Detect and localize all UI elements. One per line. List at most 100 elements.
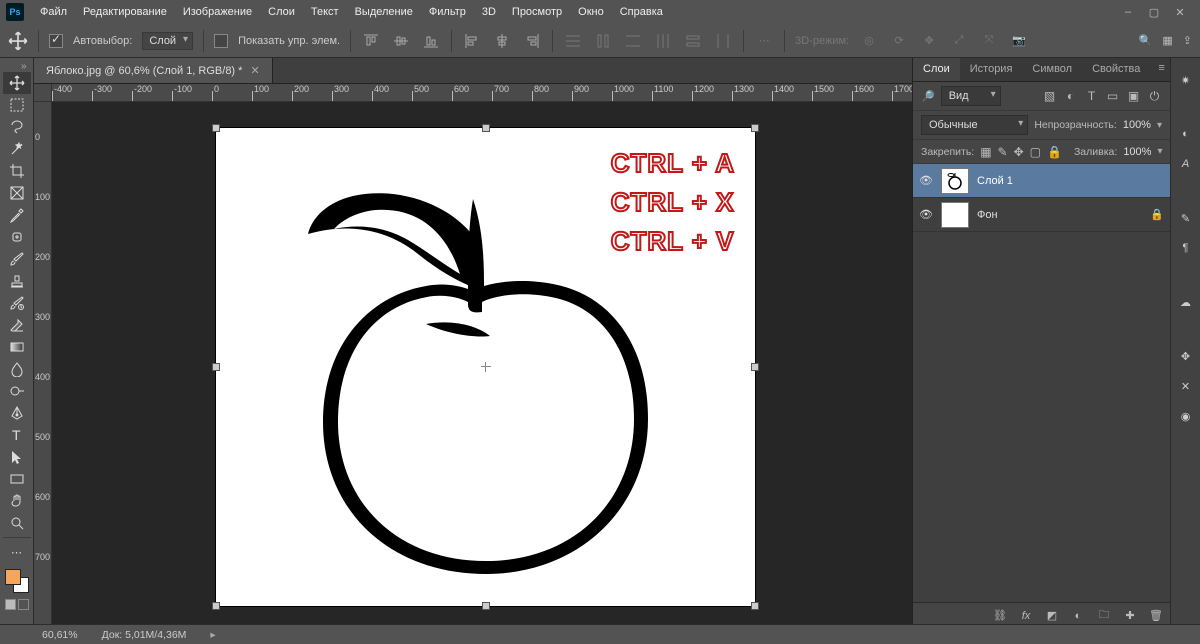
layer-name[interactable]: Фон bbox=[977, 209, 998, 221]
canvas-viewport[interactable]: CTRL + A CTRL + X CTRL + V bbox=[52, 102, 912, 628]
path-select-tool[interactable] bbox=[3, 446, 31, 468]
layer-filter-search-icon[interactable]: 🔎 bbox=[921, 90, 935, 103]
minimize-icon[interactable]: – bbox=[1120, 6, 1136, 19]
filter-smart-icon[interactable]: ▣ bbox=[1126, 89, 1141, 104]
close-icon[interactable]: ✕ bbox=[1172, 6, 1188, 19]
layer-row[interactable]: 👁 Слой 1 bbox=[913, 164, 1170, 198]
magic-wand-tool[interactable] bbox=[3, 138, 31, 160]
filter-adjust-icon[interactable]: ◐ bbox=[1063, 89, 1078, 104]
menu-view[interactable]: Просмотр bbox=[504, 2, 570, 22]
menu-edit[interactable]: Редактирование bbox=[75, 2, 175, 22]
align-vcenter-icon[interactable] bbox=[391, 31, 411, 51]
dodge-tool[interactable] bbox=[3, 380, 31, 402]
new-layer-icon[interactable]: ✚ bbox=[1122, 609, 1138, 622]
healing-brush-tool[interactable] bbox=[3, 226, 31, 248]
color-panel-icon[interactable]: ✷ bbox=[1176, 70, 1196, 90]
lock-position-icon[interactable]: ✥ bbox=[1014, 144, 1024, 159]
tab-layers[interactable]: Слои bbox=[913, 58, 960, 81]
crop-tool[interactable] bbox=[3, 160, 31, 182]
canvas[interactable]: CTRL + A CTRL + X CTRL + V bbox=[216, 128, 755, 606]
menu-help[interactable]: Справка bbox=[612, 2, 671, 22]
distribute-right-icon[interactable] bbox=[713, 31, 733, 51]
fill-chevron-icon[interactable]: ▾ bbox=[1157, 146, 1162, 157]
3d-scale-icon[interactable]: ⤧ bbox=[979, 31, 999, 51]
maximize-icon[interactable]: ▢ bbox=[1146, 6, 1162, 19]
fill-value[interactable]: 100% bbox=[1123, 146, 1151, 158]
align-right-icon[interactable] bbox=[522, 31, 542, 51]
move-tool[interactable] bbox=[3, 72, 31, 94]
3d-slide-icon[interactable]: ⤢ bbox=[949, 31, 969, 51]
zoom-level[interactable]: 60,61% bbox=[42, 629, 78, 641]
layer-name[interactable]: Слой 1 bbox=[977, 175, 1013, 187]
paragraph-panel-icon[interactable]: ¶ bbox=[1176, 238, 1196, 258]
ruler-origin[interactable] bbox=[34, 84, 52, 102]
brush-tool[interactable] bbox=[3, 248, 31, 270]
type-tool[interactable]: T bbox=[3, 424, 31, 446]
blur-tool[interactable] bbox=[3, 358, 31, 380]
3d-orbit-icon[interactable]: ◎ bbox=[859, 31, 879, 51]
auto-select-scope-dropdown[interactable]: Слой bbox=[142, 32, 193, 50]
lock-paint-icon[interactable]: ✎ bbox=[998, 144, 1008, 159]
menu-image[interactable]: Изображение bbox=[175, 2, 260, 22]
search-icon[interactable]: 🔍 bbox=[1139, 34, 1153, 47]
align-left-icon[interactable] bbox=[462, 31, 482, 51]
frame-tool[interactable] bbox=[3, 182, 31, 204]
layer-thumbnail[interactable] bbox=[941, 168, 969, 194]
styles-panel-icon[interactable]: A bbox=[1176, 154, 1196, 174]
marquee-tool[interactable] bbox=[3, 94, 31, 116]
brushes-panel-icon[interactable]: ✎ bbox=[1176, 208, 1196, 228]
tab-properties[interactable]: Свойства bbox=[1082, 58, 1150, 81]
eraser-tool[interactable] bbox=[3, 314, 31, 336]
align-top-icon[interactable] bbox=[361, 31, 381, 51]
color-swatches[interactable] bbox=[3, 567, 31, 595]
rectangle-tool[interactable] bbox=[3, 468, 31, 490]
link-layers-icon[interactable]: ⛓ bbox=[992, 609, 1008, 622]
tab-character[interactable]: Символ bbox=[1022, 58, 1082, 81]
layer-filter-dropdown[interactable]: Вид bbox=[941, 86, 1001, 106]
hand-tool[interactable] bbox=[3, 490, 31, 512]
3d-camera-icon[interactable]: 📷 bbox=[1009, 31, 1029, 51]
lock-icon[interactable]: 🔒 bbox=[1150, 208, 1164, 221]
layer-row[interactable]: 👁 Фон 🔒 bbox=[913, 198, 1170, 232]
lock-pixels-icon[interactable]: ▦ bbox=[980, 144, 991, 159]
doc-size-info[interactable]: Док: 5,01M/4,36M bbox=[102, 629, 187, 641]
actions-panel-icon[interactable]: ✥ bbox=[1176, 346, 1196, 366]
zoom-tool[interactable] bbox=[3, 512, 31, 534]
visibility-eye-icon[interactable]: 👁 bbox=[919, 208, 933, 221]
horizontal-ruler[interactable]: -400-300-200-100010020030040050060070080… bbox=[52, 84, 912, 102]
lasso-tool[interactable] bbox=[3, 116, 31, 138]
delete-layer-icon[interactable]: 🗑 bbox=[1148, 609, 1164, 622]
lock-artboard-icon[interactable]: ▢ bbox=[1030, 144, 1041, 159]
menu-text[interactable]: Текст bbox=[303, 2, 347, 22]
distribute-hcenter-icon[interactable] bbox=[683, 31, 703, 51]
share-icon[interactable]: ⇪ bbox=[1183, 34, 1192, 47]
filter-shape-icon[interactable]: ▭ bbox=[1105, 89, 1120, 104]
screen-mode-toggle[interactable] bbox=[5, 599, 29, 610]
auto-select-checkbox[interactable] bbox=[49, 34, 63, 48]
visibility-eye-icon[interactable]: 👁 bbox=[919, 174, 933, 187]
menu-filter[interactable]: Фильтр bbox=[421, 2, 474, 22]
vertical-ruler[interactable]: 0100200300400500600700 bbox=[34, 102, 52, 628]
blend-mode-dropdown[interactable]: Обычные bbox=[921, 115, 1028, 135]
filter-pixel-icon[interactable]: ▧ bbox=[1042, 89, 1057, 104]
foreground-swatch[interactable] bbox=[5, 569, 21, 585]
distribute-vcenter-icon[interactable] bbox=[593, 31, 613, 51]
status-menu-chevron-icon[interactable]: ▸ bbox=[210, 629, 215, 641]
align-bottom-icon[interactable] bbox=[421, 31, 441, 51]
distribute-top-icon[interactable] bbox=[563, 31, 583, 51]
show-transform-checkbox[interactable] bbox=[214, 34, 228, 48]
layer-mask-icon[interactable]: ◩ bbox=[1044, 609, 1060, 622]
layer-group-icon[interactable]: 🗀 bbox=[1096, 606, 1112, 625]
opacity-value[interactable]: 100% bbox=[1123, 119, 1151, 131]
distribute-left-icon[interactable] bbox=[653, 31, 673, 51]
document-tab-close-icon[interactable]: ✕ bbox=[250, 64, 259, 77]
menu-layers[interactable]: Слои bbox=[260, 2, 303, 22]
menu-window[interactable]: Окно bbox=[570, 2, 612, 22]
align-hcenter-icon[interactable] bbox=[492, 31, 512, 51]
3d-roll-icon[interactable]: ⟳ bbox=[889, 31, 909, 51]
layer-thumbnail[interactable] bbox=[941, 202, 969, 228]
menu-select[interactable]: Выделение bbox=[347, 2, 421, 22]
info-panel-icon[interactable]: ✕ bbox=[1176, 376, 1196, 396]
lock-all-icon[interactable]: 🔒 bbox=[1047, 144, 1062, 159]
document-tab[interactable]: Яблоко.jpg @ 60,6% (Слой 1, RGB/8) * ✕ bbox=[34, 58, 273, 83]
